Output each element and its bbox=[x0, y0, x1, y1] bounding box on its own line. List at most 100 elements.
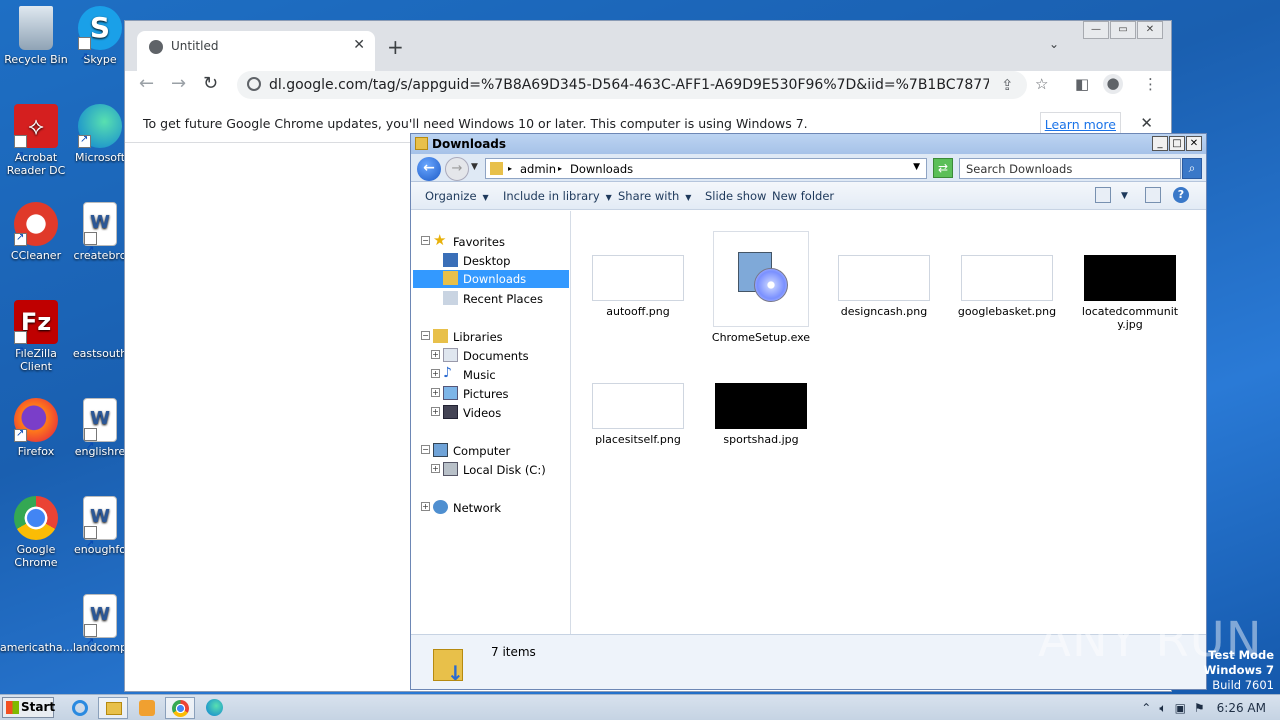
expand-icon[interactable]: + bbox=[421, 502, 430, 511]
file-item[interactable]: googlebasket.png bbox=[947, 231, 1067, 318]
view-dropdown-icon[interactable]: ▼ bbox=[1121, 191, 1128, 201]
file-item[interactable]: locatedcommunity.jpg bbox=[1070, 231, 1190, 331]
desktop-icon-recycle-bin[interactable]: Recycle Bin bbox=[0, 6, 72, 66]
taskbar-edge[interactable] bbox=[200, 697, 230, 719]
tree-recent-places[interactable]: Recent Places bbox=[441, 290, 561, 308]
tree-network[interactable]: + Network bbox=[421, 499, 561, 517]
search-icon[interactable]: ⌕ bbox=[1182, 158, 1202, 179]
back-arrow-icon[interactable]: ← bbox=[139, 73, 154, 94]
refresh-icon[interactable]: ⇄ bbox=[933, 158, 953, 178]
close-button[interactable]: ✕ bbox=[1137, 21, 1163, 39]
desktop-icon-ccleaner[interactable]: CCleaner bbox=[0, 202, 72, 262]
tree-local-disk[interactable]: + Local Disk (C:) bbox=[431, 461, 561, 479]
expand-icon[interactable]: + bbox=[431, 407, 440, 416]
collapse-icon[interactable]: − bbox=[421, 445, 430, 454]
change-view-icon[interactable] bbox=[1095, 187, 1111, 203]
tab-search-chevron-icon[interactable]: ⌄ bbox=[1049, 37, 1059, 51]
minimize-button[interactable]: — bbox=[1083, 21, 1109, 39]
file-item[interactable]: placesitself.png bbox=[578, 383, 698, 446]
forward-arrow-icon[interactable]: → bbox=[171, 73, 186, 94]
explorer-titlebar[interactable]: Downloads _ □ ✕ bbox=[411, 134, 1206, 154]
tree-music[interactable]: + ♪ Music bbox=[431, 366, 561, 384]
recent-pages-dropdown[interactable]: ▼ bbox=[471, 162, 478, 172]
info-icon[interactable] bbox=[247, 77, 261, 91]
file-item[interactable]: autooff.png bbox=[578, 231, 698, 318]
file-item[interactable]: ChromeSetup.exe bbox=[701, 231, 821, 344]
tree-desktop[interactable]: Desktop bbox=[441, 252, 561, 270]
desktop-icon-americatha[interactable]: americatha... bbox=[0, 594, 73, 654]
clock[interactable]: 6:26 AM bbox=[1217, 701, 1266, 715]
expand-icon[interactable]: + bbox=[431, 369, 440, 378]
close-button[interactable]: ✕ bbox=[1186, 136, 1202, 151]
action-center-flag-icon[interactable]: ⚑ bbox=[1194, 701, 1205, 715]
tree-favorites[interactable]: − ★ Favorites bbox=[421, 233, 561, 251]
desktop-icon-englishre[interactable]: W englishre bbox=[72, 398, 128, 458]
desktop-icon-landcomp[interactable]: W landcomp bbox=[72, 594, 128, 654]
address-bar[interactable]: dl.google.com/tag/s/appguid=%7B8A69D345-… bbox=[237, 71, 1027, 99]
collapse-icon[interactable]: − bbox=[421, 331, 430, 340]
desktop-icon-chrome[interactable]: Google Chrome bbox=[0, 496, 72, 569]
restore-button[interactable]: ▭ bbox=[1110, 21, 1136, 39]
taskbar-chrome[interactable] bbox=[165, 697, 195, 719]
preview-pane-icon[interactable] bbox=[1145, 187, 1161, 203]
taskbar-explorer[interactable] bbox=[98, 697, 128, 719]
expand-icon[interactable]: + bbox=[431, 388, 440, 397]
desktop-icon-acrobat[interactable]: ⟡ Acrobat Reader DC bbox=[0, 104, 72, 178]
network-tray-icon[interactable]: ▣ bbox=[1175, 701, 1186, 715]
tree-pictures[interactable]: + Pictures bbox=[431, 385, 561, 403]
taskbar-internet-explorer[interactable] bbox=[66, 697, 96, 719]
menu-dots-icon[interactable]: ⋮ bbox=[1143, 75, 1158, 93]
expand-icon[interactable]: + bbox=[431, 350, 440, 359]
search-input[interactable]: Search Downloads bbox=[959, 158, 1181, 179]
blank-file-icon bbox=[14, 594, 58, 638]
back-button[interactable]: ← bbox=[417, 157, 441, 181]
address-box[interactable]: ▸ admin ▸ Downloads ▼ bbox=[485, 158, 927, 179]
include-in-library-button[interactable]: Include in library ▼ bbox=[503, 189, 612, 203]
tree-computer[interactable]: − Computer bbox=[421, 442, 561, 460]
collapse-icon[interactable]: − bbox=[421, 236, 430, 245]
bookmark-star-icon[interactable]: ☆ bbox=[1035, 75, 1048, 93]
desktop-icon-createbro[interactable]: W createbro bbox=[72, 202, 128, 262]
desktop-icon-firefox[interactable]: Firefox bbox=[0, 398, 72, 458]
globe-icon bbox=[149, 40, 163, 54]
new-tab-button[interactable]: + bbox=[387, 35, 404, 59]
new-folder-button[interactable]: New folder bbox=[772, 189, 834, 203]
file-item[interactable]: designcash.png bbox=[824, 231, 944, 318]
minimize-button[interactable]: _ bbox=[1152, 136, 1168, 151]
desktop-icon-skype[interactable]: S Skype bbox=[72, 6, 128, 66]
close-tab-icon[interactable]: ✕ bbox=[353, 37, 365, 53]
breadcrumb-arrow-icon[interactable]: ▸ bbox=[558, 164, 562, 173]
breadcrumb-admin[interactable]: admin bbox=[520, 162, 556, 176]
show-hidden-icons-icon[interactable]: ⌃ bbox=[1141, 701, 1151, 715]
tree-libraries[interactable]: − Libraries bbox=[421, 328, 561, 346]
desktop-icon-edge[interactable]: Microsoft bbox=[72, 104, 128, 164]
slide-show-button[interactable]: Slide show bbox=[705, 189, 766, 203]
forward-button[interactable]: → bbox=[445, 157, 469, 181]
documents-icon bbox=[443, 348, 458, 362]
volume-icon[interactable]: 🔈︎ bbox=[1159, 701, 1166, 716]
start-button[interactable]: Start bbox=[2, 697, 55, 718]
address-dropdown-icon[interactable]: ▼ bbox=[913, 162, 920, 172]
breadcrumb-arrow-icon[interactable]: ▸ bbox=[508, 164, 512, 173]
media-player-icon bbox=[139, 700, 155, 716]
desktop-icon-filezilla[interactable]: Fz FileZilla Client bbox=[0, 300, 72, 374]
tree-documents[interactable]: + Documents bbox=[431, 347, 561, 365]
help-icon[interactable]: ? bbox=[1173, 187, 1189, 203]
maximize-button[interactable]: □ bbox=[1169, 136, 1185, 151]
profile-icon[interactable]: ● bbox=[1103, 74, 1123, 94]
desktop-icon-enoughfo[interactable]: W enoughfo bbox=[72, 496, 128, 556]
share-with-button[interactable]: Share with ▼ bbox=[618, 189, 691, 203]
organize-button[interactable]: Organize ▼ bbox=[425, 189, 489, 203]
file-item[interactable]: sportshad.jpg bbox=[701, 383, 821, 446]
infobar-close-icon[interactable]: ✕ bbox=[1140, 114, 1153, 132]
tree-downloads[interactable]: Downloads bbox=[413, 270, 569, 288]
chrome-tab[interactable]: Untitled ✕ bbox=[137, 31, 375, 71]
tree-videos[interactable]: + Videos bbox=[431, 404, 561, 422]
breadcrumb-downloads[interactable]: Downloads bbox=[570, 162, 633, 176]
expand-icon[interactable]: + bbox=[431, 464, 440, 473]
reload-icon[interactable]: ↻ bbox=[203, 73, 218, 94]
taskbar-media-player[interactable] bbox=[132, 697, 162, 719]
share-icon[interactable]: ⇪ bbox=[1001, 76, 1014, 94]
side-panel-icon[interactable]: ◧ bbox=[1075, 75, 1089, 93]
desktop-icon-eastsouth[interactable]: eastsouth bbox=[72, 300, 128, 360]
